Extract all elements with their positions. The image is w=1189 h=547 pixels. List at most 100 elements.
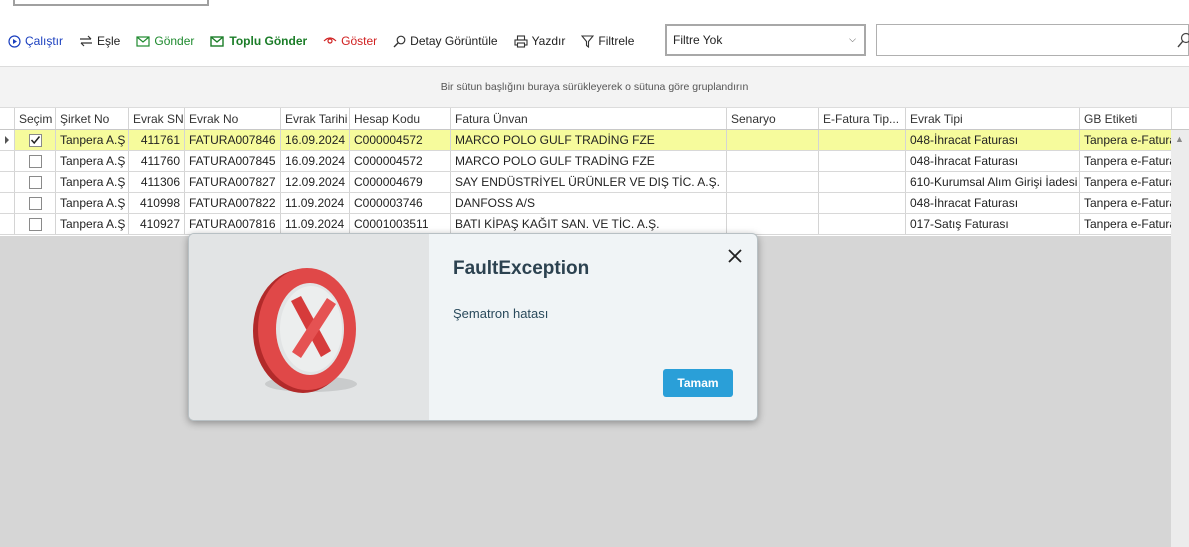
show-label: Göster xyxy=(341,34,378,48)
dialog-icon-panel xyxy=(189,234,429,420)
row-checkbox-cell xyxy=(15,172,56,192)
cell-efatura-tip xyxy=(819,193,906,213)
column-header-efatura-tip[interactable]: E-Fatura Tip... xyxy=(819,108,906,129)
bulk-send-button[interactable]: Toplu Gönder xyxy=(202,29,315,53)
row-indicator xyxy=(0,193,15,213)
close-icon xyxy=(728,249,742,263)
cell-gb-etiketi: Tanpera e-Fatura xyxy=(1080,172,1172,192)
cell-senaryo xyxy=(727,193,819,213)
filter-select[interactable]: Filtre Yok ⌵ xyxy=(665,24,866,56)
row-checkbox-cell xyxy=(15,214,56,234)
table-row[interactable]: Tanpera A.Ş 410998 FATURA007822 11.09.20… xyxy=(0,193,1189,214)
row-indicator xyxy=(0,130,15,150)
send-button[interactable]: Gönder xyxy=(128,29,202,53)
cell-fatura-unvan: MARCO POLO GULF TRADİNG FZE xyxy=(451,130,727,150)
checkmark-icon xyxy=(30,136,40,145)
scroll-up-icon[interactable]: ▲ xyxy=(1175,134,1184,144)
dialog-message: Şematron hatası xyxy=(453,306,549,321)
match-label: Eşle xyxy=(97,34,121,48)
cell-hesap-kodu: C000004679 xyxy=(350,172,451,192)
ok-button[interactable]: Tamam xyxy=(663,369,733,397)
filter-button[interactable]: Filtrele xyxy=(573,29,642,53)
filter-select-value: Filtre Yok xyxy=(673,33,723,47)
cell-gb-etiketi: Tanpera e-Fatura xyxy=(1080,151,1172,171)
printer-icon xyxy=(514,34,528,48)
detail-view-button[interactable]: Detay Görüntüle xyxy=(385,29,505,53)
column-header-fatura-unvan[interactable]: Fatura Ünvan xyxy=(451,108,727,129)
cell-gb-etiketi: Tanpera e-Fatura xyxy=(1080,130,1172,150)
cell-efatura-tip xyxy=(819,151,906,171)
cell-evrak-sn: 411306 xyxy=(129,172,185,192)
column-header-secim[interactable]: Seçim xyxy=(15,108,56,129)
search-input[interactable] xyxy=(876,24,1189,56)
group-by-drop-area[interactable]: Bir sütun başlığını buraya sürükleyerek … xyxy=(0,66,1189,108)
show-button[interactable]: Göster xyxy=(315,29,385,53)
cell-senaryo xyxy=(727,214,819,234)
table-row[interactable]: Tanpera A.Ş 410927 FATURA007816 11.09.20… xyxy=(0,214,1189,235)
grid-header-row: Seçim Şirket No Evrak SN Evrak No Evrak … xyxy=(0,108,1189,130)
close-button[interactable] xyxy=(725,246,745,266)
cell-evrak-sn: 411761 xyxy=(129,130,185,150)
row-checkbox[interactable] xyxy=(28,154,42,168)
print-label: Yazdır xyxy=(531,34,566,48)
cell-evrak-tarihi: 12.09.2024 xyxy=(281,172,350,192)
magnifier-icon xyxy=(393,35,406,47)
cell-evrak-sn: 410927 xyxy=(129,214,185,234)
cell-fatura-unvan: SAY ENDÜSTRİYEL ÜRÜNLER VE DIŞ TİC. A.Ş. xyxy=(451,172,727,192)
cell-sirket: Tanpera A.Ş xyxy=(56,130,129,150)
column-header-evrak-tarihi[interactable]: Evrak Tarihi xyxy=(281,108,350,129)
envelope-send-icon xyxy=(136,35,150,47)
row-checkbox-cell xyxy=(15,130,56,150)
table-row[interactable]: Tanpera A.Ş 411760 FATURA007845 16.09.20… xyxy=(0,151,1189,172)
row-checkbox[interactable] xyxy=(28,133,42,147)
cell-evrak-tipi: 048-İhracat Faturası xyxy=(906,130,1080,150)
chevron-down-icon: ⌵ xyxy=(849,34,856,44)
cell-evrak-no: FATURA007827 xyxy=(185,172,281,192)
cell-gb-etiketi: Tanpera e-Fatura xyxy=(1080,193,1172,213)
row-indicator xyxy=(0,214,15,234)
search-icon[interactable] xyxy=(1176,31,1189,49)
column-header-evrak-tipi[interactable]: Evrak Tipi xyxy=(906,108,1080,129)
column-header-evrak-sn[interactable]: Evrak SN xyxy=(129,108,185,129)
match-button[interactable]: Eşle xyxy=(71,29,128,53)
row-checkbox-cell xyxy=(15,193,56,213)
table-row[interactable]: Tanpera A.Ş 411761 FATURA007846 16.09.20… xyxy=(0,130,1189,151)
row-checkbox[interactable] xyxy=(28,196,42,210)
row-checkbox[interactable] xyxy=(28,175,42,189)
table-row[interactable]: Tanpera A.Ş 411306 FATURA007827 12.09.20… xyxy=(0,172,1189,193)
cell-senaryo xyxy=(727,130,819,150)
group-hint-text: Bir sütun başlığını buraya sürükleyerek … xyxy=(440,81,749,93)
row-indicator xyxy=(0,151,15,171)
column-header-sirket-no[interactable]: Şirket No xyxy=(56,108,129,129)
cell-evrak-tarihi: 11.09.2024 xyxy=(281,214,350,234)
bulk-envelope-icon xyxy=(210,35,225,47)
cell-evrak-tarihi: 16.09.2024 xyxy=(281,151,350,171)
cell-sirket: Tanpera A.Ş xyxy=(56,214,129,234)
cell-evrak-tarihi: 11.09.2024 xyxy=(281,193,350,213)
cell-senaryo xyxy=(727,151,819,171)
cell-evrak-tipi: 017-Satış Faturası xyxy=(906,214,1080,234)
cell-evrak-no: FATURA007845 xyxy=(185,151,281,171)
header-indicator xyxy=(0,108,15,129)
column-header-gb-etiketi[interactable]: GB Etiketi xyxy=(1080,108,1172,129)
error-dialog: FaultException Şematron hatası Tamam xyxy=(188,233,758,421)
invoice-grid: Seçim Şirket No Evrak SN Evrak No Evrak … xyxy=(0,108,1189,235)
cell-hesap-kodu: C0001003511 xyxy=(350,214,451,234)
run-button[interactable]: Çalıştır xyxy=(0,29,71,53)
run-label: Çalıştır xyxy=(25,34,64,48)
cell-evrak-no: FATURA007822 xyxy=(185,193,281,213)
column-header-hesap-kodu[interactable]: Hesap Kodu xyxy=(350,108,451,129)
print-button[interactable]: Yazdır xyxy=(506,29,574,53)
cell-evrak-no: FATURA007846 xyxy=(185,130,281,150)
vertical-scrollbar[interactable]: ▲ xyxy=(1171,130,1189,547)
filter-label: Filtrele xyxy=(598,34,635,48)
current-row-arrow-icon xyxy=(5,136,9,144)
cell-evrak-sn: 410998 xyxy=(129,193,185,213)
column-header-senaryo[interactable]: Senaryo xyxy=(727,108,819,129)
error-x-icon xyxy=(253,268,357,393)
column-header-evrak-no[interactable]: Evrak No xyxy=(185,108,281,129)
cell-gb-etiketi: Tanpera e-Fatura xyxy=(1080,214,1172,234)
row-checkbox[interactable] xyxy=(28,217,42,231)
cell-efatura-tip xyxy=(819,130,906,150)
dialog-title: FaultException xyxy=(453,258,590,279)
